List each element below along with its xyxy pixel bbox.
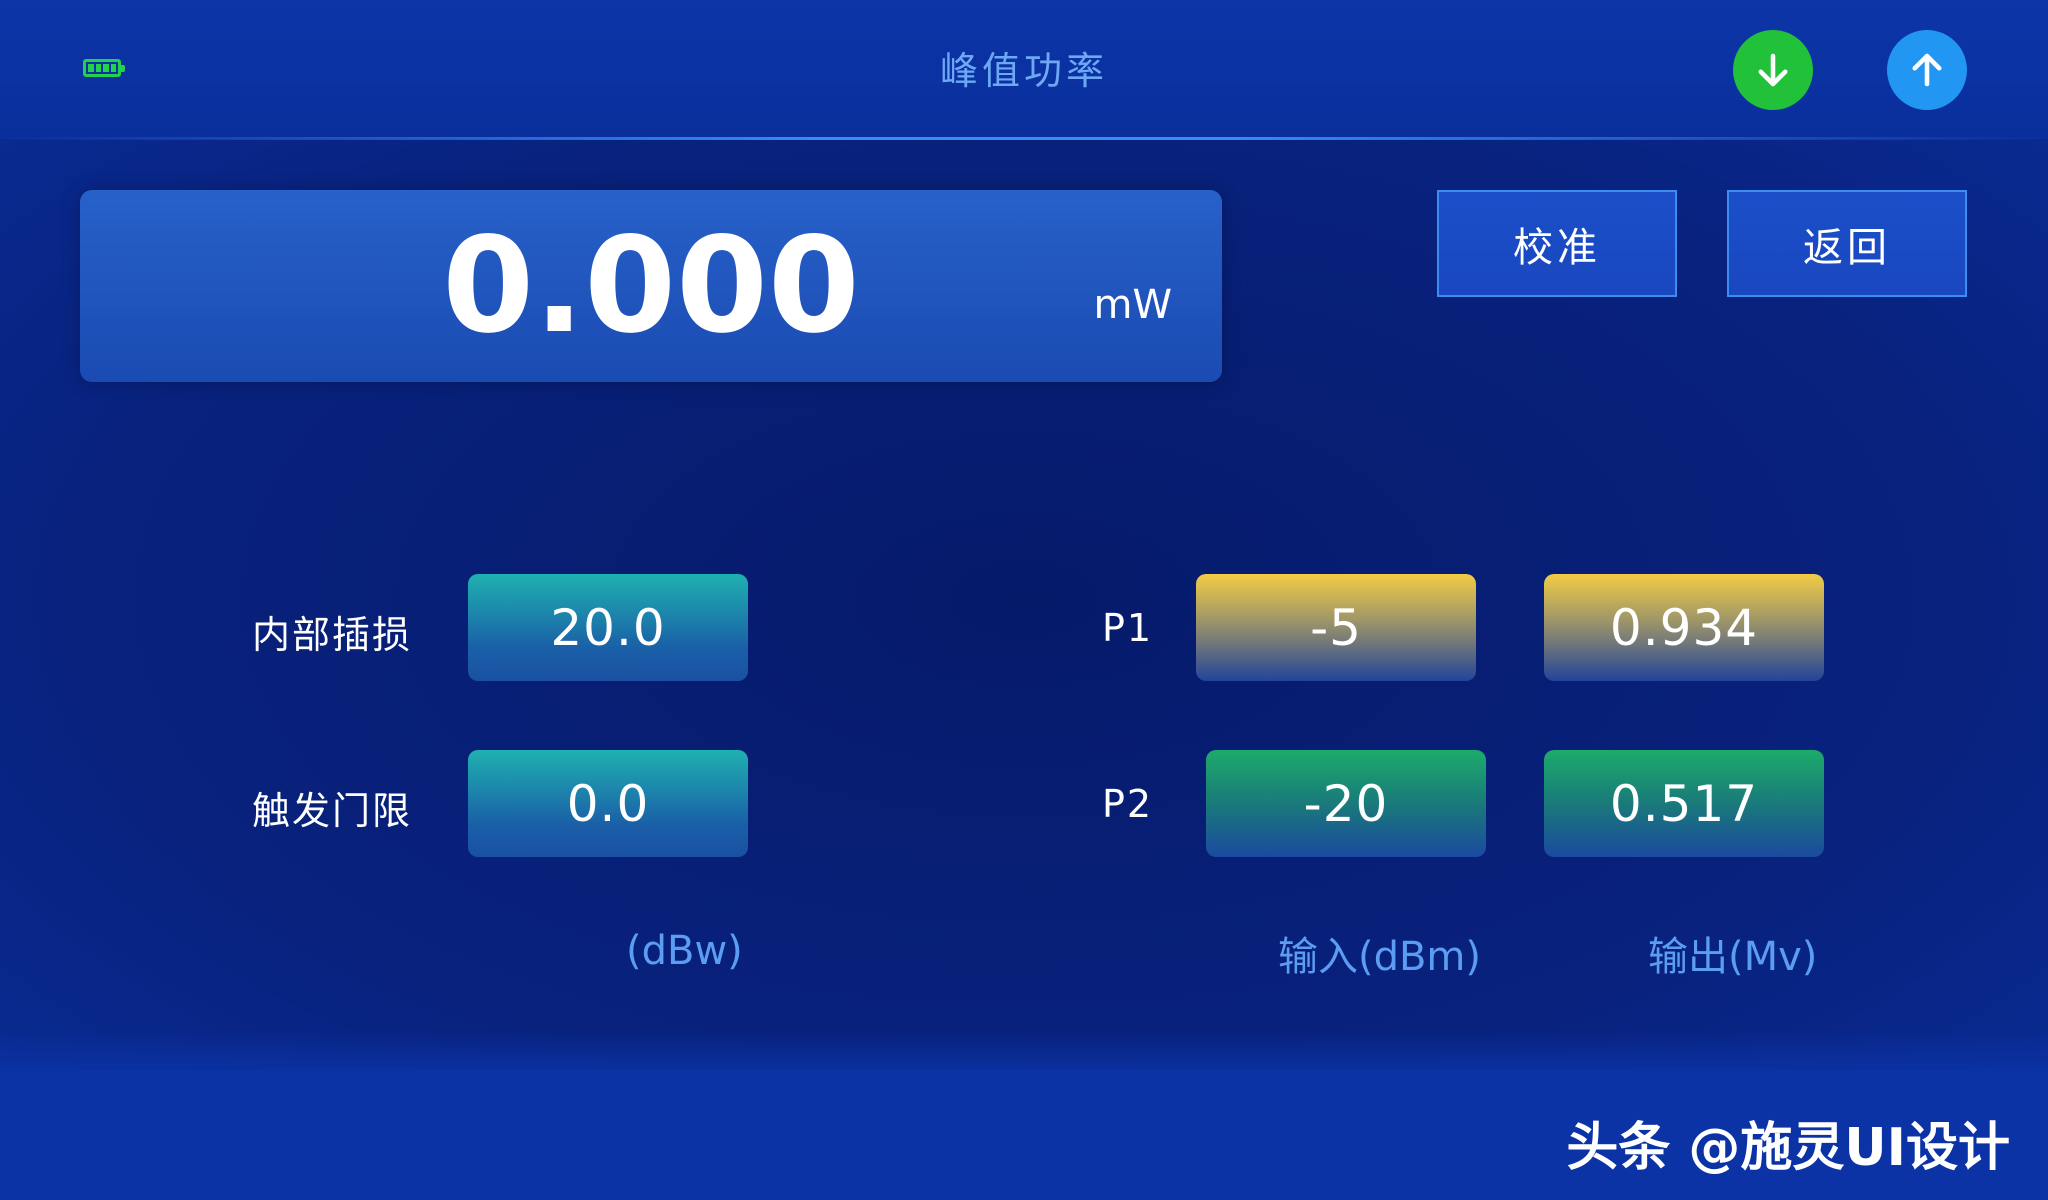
trigger-threshold-label: 触发门限 — [252, 789, 413, 833]
p2-label: P2 — [1102, 782, 1154, 826]
left-unit-label: (dBw) — [626, 928, 743, 974]
calibrate-button[interactable]: 校准 — [1437, 190, 1677, 297]
output-unit-label: 输出(Mv) — [1648, 934, 1818, 980]
input-unit-label: 输入(dBm) — [1278, 934, 1482, 980]
download-button[interactable] — [1733, 30, 1813, 110]
battery-icon — [83, 59, 125, 77]
arrow-up-icon — [1912, 53, 1942, 87]
upload-button[interactable] — [1887, 30, 1967, 110]
p2-output-field[interactable]: 0.517 — [1544, 750, 1824, 857]
power-reading: 0.000 — [442, 209, 860, 363]
insertion-loss-field[interactable]: 20.0 — [468, 574, 748, 681]
p2-input-field[interactable]: -20 — [1206, 750, 1486, 857]
top-bar-divider — [0, 137, 2048, 140]
p1-input-field[interactable]: -5 — [1196, 574, 1476, 681]
page-title: 峰值功率 — [939, 49, 1108, 93]
power-unit: mW — [1093, 282, 1172, 328]
watermark-text: 头条 @施灵UI设计 — [1566, 1118, 2010, 1178]
power-display-panel: 0.000 mW — [80, 190, 1222, 382]
p1-output-field[interactable]: 0.934 — [1544, 574, 1824, 681]
back-button[interactable]: 返回 — [1727, 190, 1967, 297]
insertion-loss-label: 内部插损 — [252, 613, 413, 657]
trigger-threshold-field[interactable]: 0.0 — [468, 750, 748, 857]
arrow-down-icon — [1758, 53, 1788, 87]
p1-label: P1 — [1102, 606, 1154, 650]
